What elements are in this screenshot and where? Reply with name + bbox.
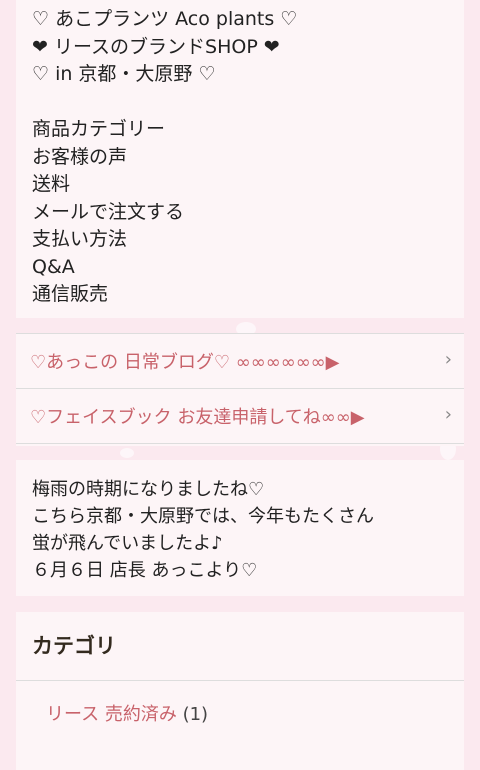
chevron-right-icon: › [444,349,452,370]
notice-card: 梅雨の時期になりましたね♡ こちら京都・大原野では、今年もたくさん 蛍が飛んでい… [16,460,464,596]
notice-line: 梅雨の時期になりましたね♡ [32,479,265,500]
nav-shipping[interactable]: 送料 [32,171,297,199]
nav-order-by-email[interactable]: メールで注文する [32,199,297,227]
nav-qa[interactable]: Q&A [32,254,297,282]
nav-payment-methods[interactable]: 支払い方法 [32,226,297,254]
facebook-link-label: ♡フェイスブック お友達申請してね∞∞▶ [30,407,365,428]
category-card: カテゴリ リース 売約済み (1) [16,612,464,770]
nav-mail-order[interactable]: 通信販売 [32,281,297,309]
facebook-link[interactable]: ♡フェイスブック お友達申請してね∞∞▶ › [16,389,464,444]
external-links-card: ♡あっこの 日常ブログ♡ ∞∞∞∞∞∞▶ › ♡フェイスブック お友達申請してね… [16,333,464,446]
shop-location: ♡ in 京都・大原野 ♡ [32,63,216,85]
intro-card: ♡ あこプランツ Aco plants ♡ ❤ リースのブランドSHOP ❤ ♡… [16,0,464,318]
shop-name-line: ♡ あこプランツ Aco plants ♡ [32,8,298,30]
blog-link-label: ♡あっこの 日常ブログ♡ ∞∞∞∞∞∞▶ [30,352,340,373]
nav-product-categories[interactable]: 商品カテゴリー [32,116,297,144]
category-item-count: (1) [182,704,209,725]
category-heading: カテゴリ [32,634,116,658]
chevron-right-icon: › [444,404,452,425]
notice-line: 蛍が飛んでいましたよ♪ [32,533,223,554]
nav-customer-reviews[interactable]: お客様の声 [32,144,297,172]
category-item-name: リース 売約済み [46,704,177,725]
category-item[interactable]: リース 売約済み (1) [46,700,208,726]
background-decoration [120,448,134,458]
notice-line: こちら京都・大原野では、今年もたくさん [32,506,374,527]
shop-tagline: ❤ リースのブランドSHOP ❤ [32,35,280,58]
divider [16,680,464,681]
notice-signature: ６月６日 店長 あっこより♡ [32,560,258,581]
blog-link[interactable]: ♡あっこの 日常ブログ♡ ∞∞∞∞∞∞▶ › [16,334,464,389]
